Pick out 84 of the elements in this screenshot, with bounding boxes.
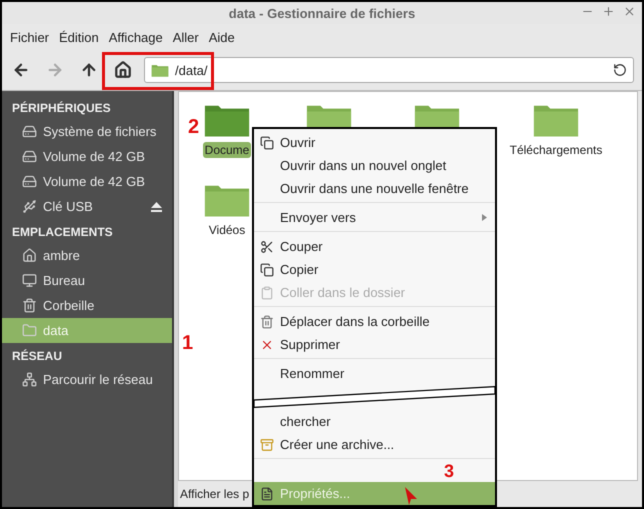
context-menu-item[interactable]: Ouvrir: [254, 131, 495, 154]
sidebar-item[interactable]: ambre: [2, 243, 172, 268]
folder-label[interactable]: Vidéos: [206, 222, 248, 238]
drive-icon: [22, 124, 37, 139]
sidebar-item[interactable]: Système de fichiers: [2, 119, 172, 144]
sidebar-item[interactable]: Volume de 42 GB: [2, 144, 172, 169]
clipboard-icon: [260, 286, 274, 300]
menu-label: Propriétés...: [280, 486, 350, 501]
folder-icon: [151, 62, 169, 78]
annotation-number: 2: [188, 116, 200, 139]
menu-label: Ouvrir dans un nouvel onglet: [280, 158, 446, 173]
folder-icon: [22, 323, 37, 338]
back-icon: [12, 61, 30, 79]
close-icon[interactable]: [623, 5, 636, 18]
sidebar-label: Clé USB: [43, 199, 94, 214]
archive-icon: [260, 438, 274, 452]
context-menu-item[interactable]: Créer une archive...: [254, 433, 495, 456]
menu-label: Couper: [280, 239, 323, 254]
address-field[interactable]: /data/: [144, 57, 634, 83]
menu-label: Ouvrir dans une nouvelle fenêtre: [280, 181, 469, 196]
sidebar-heading: EMPLACEMENTS: [11, 224, 114, 241]
properties-icon: [260, 486, 274, 500]
menu-label: Déplacer dans la corbeille: [280, 314, 430, 329]
reload-icon[interactable]: [613, 63, 627, 77]
sidebar-heading: RÉSEAU: [11, 348, 64, 365]
copy-icon: [260, 262, 274, 276]
sidebar-item[interactable]: Bureau: [2, 268, 172, 293]
context-menu-item[interactable]: Déplacer dans la corbeille: [254, 310, 495, 333]
sidebar-item[interactable]: Parcourir le réseau: [2, 367, 172, 392]
menu-item[interactable]: Fichier: [6, 30, 56, 44]
sidebar-item[interactable]: Volume de 42 GB: [2, 169, 172, 194]
maximize-icon[interactable]: [602, 5, 615, 18]
forward-icon: [46, 61, 64, 79]
menu-item[interactable]: Affichage: [104, 30, 169, 44]
trash-icon: [260, 314, 274, 328]
menu-label: chercher: [280, 414, 331, 429]
context-menu-item[interactable]: chercher: [254, 410, 495, 433]
menu-item[interactable]: Aller: [168, 30, 205, 44]
menu-label: Coller dans le dossier: [280, 285, 406, 300]
cursor-icon: [405, 487, 417, 505]
menu-label: Envoyer vers: [280, 210, 356, 225]
status-text: Afficher les p: [180, 487, 250, 501]
sidebar-label: Volume de 42 GB: [43, 149, 146, 164]
drive-icon: [22, 149, 37, 164]
open-icon: [260, 136, 274, 150]
menu-label: Créer une archive...: [280, 437, 394, 452]
address-text: /data/: [175, 62, 209, 78]
home-icon: [22, 248, 37, 263]
network-icon: [22, 372, 37, 387]
context-menu-item[interactable]: Ouvrir dans un nouvel onglet: [254, 154, 495, 177]
sidebar-label: Parcourir le réseau: [43, 372, 154, 387]
annotation-number: 3: [444, 462, 454, 480]
usb-icon: [22, 199, 37, 214]
menu-label: Supprimer: [280, 337, 340, 352]
sidebar-label: Système de fichiers: [43, 124, 158, 139]
sidebar-heading: PÉRIPHÉRIQUES: [11, 100, 112, 117]
annotation-number: 1: [182, 332, 194, 355]
scissors-icon: [260, 240, 274, 254]
context-menu-item[interactable]: Copier: [254, 258, 495, 281]
context-menu-item[interactable]: Couper: [254, 235, 495, 258]
sidebar-item[interactable]: Clé USB: [2, 194, 172, 219]
sidebar-label: data: [43, 323, 70, 338]
home-icon: [114, 61, 132, 79]
eject-icon[interactable]: [151, 202, 162, 212]
menu-item[interactable]: Édition: [55, 30, 105, 44]
context-menu-item[interactable]: Ouvrir dans une nouvelle fenêtre: [254, 177, 495, 200]
menu-label: Renommer: [280, 366, 344, 381]
sidebar-label: Corbeille: [43, 298, 96, 313]
context-menu-item[interactable]: Envoyer vers: [254, 206, 495, 229]
drive-icon: [22, 174, 37, 189]
menu-label: Ouvrir: [280, 135, 316, 150]
sidebar-label: ambre: [43, 248, 81, 263]
window-title: data - Gestionnaire de fichiers: [228, 6, 416, 20]
sidebar-label: Volume de 42 GB: [43, 174, 146, 189]
menu-label: Copier: [280, 262, 318, 277]
context-menu-item[interactable]: Renommer: [254, 362, 495, 385]
context-menu-item[interactable]: Supprimer: [254, 333, 495, 356]
menu-item[interactable]: Aide: [204, 30, 241, 44]
folder-label[interactable]: Docume: [202, 142, 252, 158]
sidebar-item[interactable]: Corbeille: [2, 293, 172, 318]
sidebar-label: Bureau: [43, 273, 86, 288]
monitor-icon: [22, 273, 37, 288]
folder-label[interactable]: Téléchargements: [508, 142, 604, 158]
trash-icon: [22, 298, 37, 313]
